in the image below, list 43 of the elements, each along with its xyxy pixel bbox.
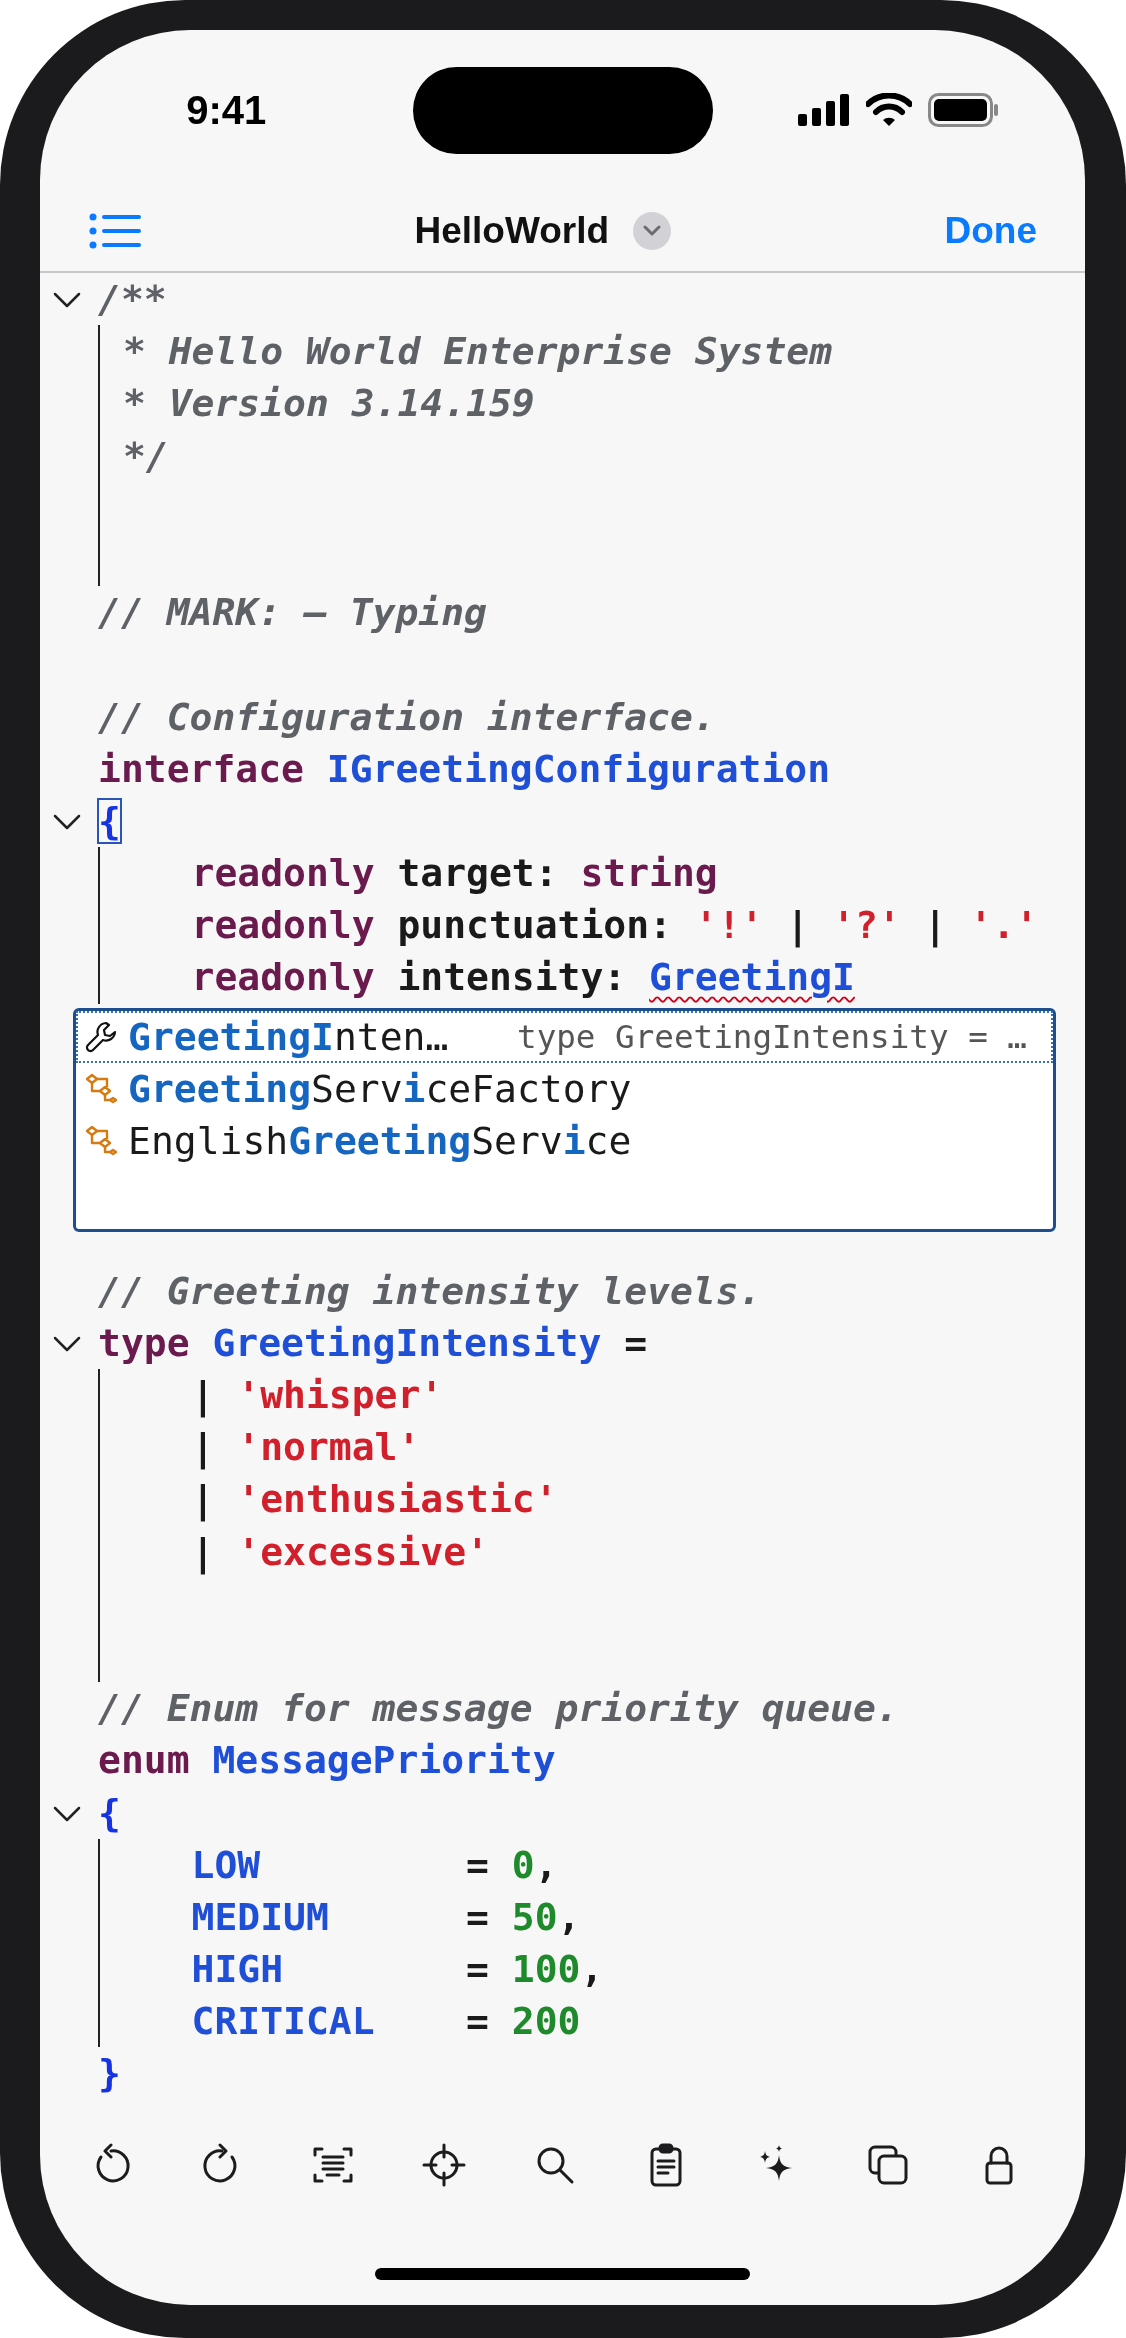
suggestion-item[interactable]: GreetingServiceFactory (76, 1062, 1053, 1115)
done-button[interactable]: Done (944, 202, 1037, 259)
code-line: } (98, 2050, 121, 2098)
code-line: readonly punctuation: '!' | '?' | '.' (190, 902, 1039, 950)
suggestion-detail: type GreetingIntensity = … (517, 1016, 1027, 1058)
code-line: LOW = 0, (190, 1841, 558, 1889)
code-line: type GreetingIntensity = (98, 1319, 648, 1367)
code-line: readonly target: string (190, 850, 718, 898)
code-line: */ (121, 432, 169, 480)
class-icon (84, 1123, 118, 1158)
code-line: * Hello World Enterprise System (121, 328, 833, 376)
code-line: { (98, 797, 121, 845)
code-line: // MARK: – Typing (98, 589, 487, 637)
suggestion-label: GreetingServiceFactory (128, 1065, 632, 1113)
code-line: * Version 3.14.159 (121, 380, 535, 428)
code-line: enum MessagePriority (98, 1737, 556, 1785)
code-line: | 'excessive' (190, 1528, 489, 1577)
signal-icon (797, 94, 850, 126)
code-line: CRITICAL = 200 (190, 1998, 581, 2046)
battery-icon (927, 93, 1000, 127)
code-line: // Enum for message priority queue. (98, 1685, 899, 1733)
wifi-icon (865, 93, 912, 127)
code-line: readonly intensity: GreetingI (190, 954, 855, 1002)
code-line: | 'whisper' (190, 1372, 444, 1420)
code-line: /** (98, 276, 167, 323)
suggestion-item[interactable]: GreetingInten… type GreetingIntensity = … (76, 1010, 1053, 1063)
code-line: MEDIUM = 50, (190, 1893, 581, 1941)
code-line: | 'enthusiastic' (190, 1476, 558, 1524)
chevron-down-icon (643, 224, 662, 237)
code-line: | 'normal' (190, 1424, 421, 1472)
suggestion-label: GreetingInten… (128, 1013, 449, 1061)
code-line: interface IGreetingConfiguration (98, 745, 831, 793)
code-line: // Configuration interface. (98, 693, 716, 741)
code-line: // Greeting intensity levels. (98, 1267, 762, 1315)
wrench-icon (84, 1019, 118, 1054)
status-time: 9:41 (186, 88, 267, 132)
suggestion-item[interactable]: EnglishGreetingService (76, 1114, 1053, 1167)
title-menu-button[interactable] (633, 211, 672, 250)
class-icon (84, 1071, 118, 1106)
suggestion-label: EnglishGreetingService (128, 1117, 632, 1165)
code-line: { (98, 1789, 121, 1837)
file-title: HelloWorld (414, 208, 610, 253)
code-line: HIGH = 100, (190, 1946, 604, 1994)
